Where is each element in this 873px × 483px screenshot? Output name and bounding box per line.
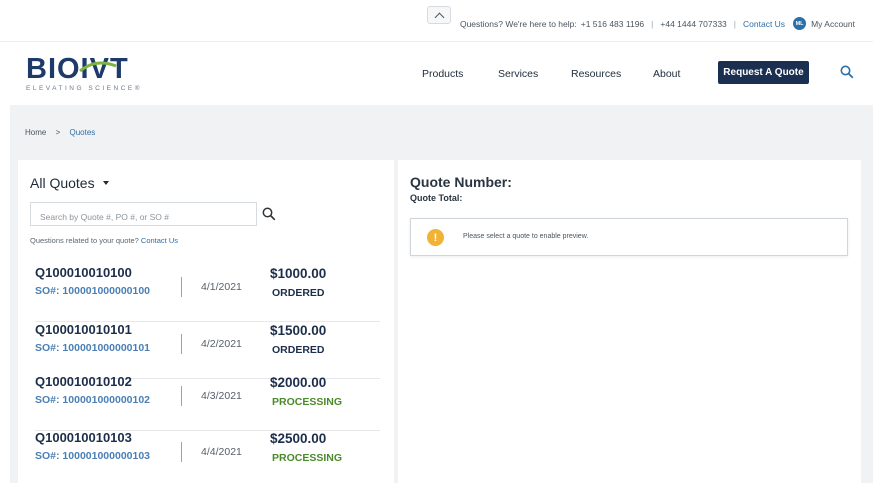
divider bbox=[181, 334, 182, 354]
quote-id[interactable]: Q100010010101 bbox=[35, 322, 132, 337]
sales-order-link[interactable]: SO#: 100001000000102 bbox=[35, 394, 150, 406]
quotes-filter-label: All Quotes bbox=[30, 175, 95, 191]
utility-bar: Questions? We're here to help: +1 516 48… bbox=[0, 0, 873, 42]
quote-id[interactable]: Q100010010103 bbox=[35, 430, 132, 445]
contact-us-link[interactable]: Contact Us bbox=[743, 19, 785, 29]
warning-icon: ! bbox=[427, 229, 444, 246]
help-contact-link[interactable]: Contact Us bbox=[141, 236, 178, 245]
help-text: Questions? We're here to help: bbox=[459, 18, 577, 29]
divider bbox=[181, 277, 182, 297]
quote-preview-panel: Quote Number: Quote Total: ! Please sele… bbox=[398, 160, 861, 483]
all-quotes-dropdown[interactable]: All Quotes bbox=[30, 175, 109, 191]
separator: | bbox=[733, 18, 737, 29]
sales-order-link[interactable]: SO#: 100001000000100 bbox=[35, 285, 150, 297]
nav-services[interactable]: Services bbox=[498, 68, 538, 80]
quote-amount: $1500.00 bbox=[270, 323, 327, 338]
quote-status: ORDERED bbox=[272, 344, 325, 356]
breadcrumb-home[interactable]: Home bbox=[25, 128, 46, 137]
quote-amount: $1000.00 bbox=[270, 266, 327, 281]
separator: | bbox=[651, 18, 654, 29]
bioivt-logo[interactable]: BIOIVT ELEVATING SCIENCE® bbox=[26, 54, 156, 94]
logo-tagline: ELEVATING SCIENCE® bbox=[26, 85, 143, 92]
quote-status: PROCESSING bbox=[272, 396, 343, 408]
divider bbox=[181, 442, 182, 462]
quote-date: 4/4/2021 bbox=[201, 446, 242, 458]
quote-status: PROCESSING bbox=[272, 452, 343, 464]
quote-date: 4/1/2021 bbox=[201, 281, 242, 293]
phone-uk[interactable]: +44 1444 707333 bbox=[660, 19, 726, 29]
sales-order-link[interactable]: SO#: 100001000000101 bbox=[35, 342, 150, 354]
quote-total-label: Quote Total: bbox=[410, 193, 463, 203]
search-icon[interactable] bbox=[840, 65, 854, 79]
request-quote-button[interactable]: Request A Quote bbox=[718, 61, 809, 84]
help-prefix: Questions related to your quote? bbox=[30, 236, 139, 245]
quote-row[interactable]: Q100010010102 SO#: 100001000000102 4/3/2… bbox=[18, 374, 394, 431]
quote-row[interactable]: Q100010010100 SO#: 100001000000100 4/1/2… bbox=[18, 265, 394, 322]
quote-date: 4/3/2021 bbox=[201, 390, 242, 402]
quote-help-text: Questions related to your quote? Contact… bbox=[30, 236, 178, 245]
search-icon[interactable] bbox=[262, 207, 276, 221]
sales-order-link[interactable]: SO#: 100001000000103 bbox=[35, 450, 150, 462]
preview-notice: ! Please select a quote to enable previe… bbox=[410, 218, 848, 256]
caret-down-icon bbox=[102, 181, 109, 185]
logo-swoosh-icon bbox=[79, 61, 117, 73]
breadcrumb: Home > Quotes bbox=[25, 128, 95, 137]
quote-status: ORDERED bbox=[272, 287, 325, 299]
utility-links: Questions? We're here to help: +1 516 48… bbox=[460, 17, 855, 30]
notice-text: Please select a quote to enable preview. bbox=[463, 233, 589, 240]
main-nav: BIOIVT ELEVATING SCIENCE® Products Servi… bbox=[0, 43, 873, 105]
my-account-link[interactable]: My Account bbox=[811, 19, 855, 29]
breadcrumb-separator: > bbox=[55, 128, 61, 137]
quote-row[interactable]: Q100010010103 SO#: 100001000000103 4/4/2… bbox=[18, 430, 394, 482]
nav-about[interactable]: About bbox=[653, 68, 680, 80]
quote-date: 4/2/2021 bbox=[201, 338, 242, 350]
quote-amount: $2000.00 bbox=[270, 375, 327, 390]
quotes-list-panel: All Quotes Questions related to your quo… bbox=[18, 160, 394, 483]
account-avatar-icon[interactable]: ML bbox=[793, 17, 807, 30]
quote-row[interactable]: Q100010010101 SO#: 100001000000101 4/2/2… bbox=[18, 322, 394, 379]
divider bbox=[181, 386, 182, 406]
quote-number-label: Quote Number: bbox=[410, 174, 512, 190]
quote-amount: $2500.00 bbox=[270, 431, 327, 446]
breadcrumb-current[interactable]: Quotes bbox=[69, 128, 95, 137]
quote-search-input[interactable] bbox=[30, 202, 257, 226]
nav-resources[interactable]: Resources bbox=[571, 68, 621, 80]
phone-us[interactable]: +1 516 483 1196 bbox=[581, 19, 644, 29]
collapse-header-button[interactable] bbox=[427, 6, 451, 24]
quote-id[interactable]: Q100010010102 bbox=[35, 374, 132, 389]
nav-products[interactable]: Products bbox=[422, 68, 463, 80]
quote-id[interactable]: Q100010010100 bbox=[35, 265, 132, 280]
